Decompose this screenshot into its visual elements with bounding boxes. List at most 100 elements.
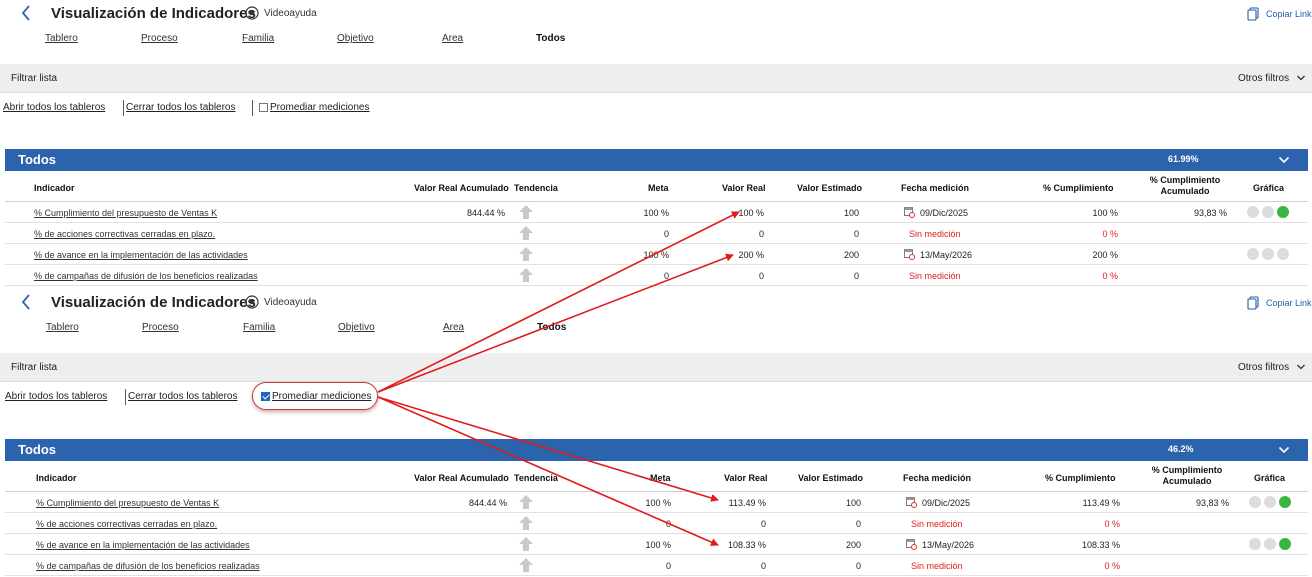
col-valor-estimado[interactable]: Valor Estimado [797,183,862,193]
filter-list-label[interactable]: Filtrar lista [11,362,57,373]
up-arrow-icon [519,495,533,509]
col-cumplimiento-acumulado[interactable]: % Cumplimiento Acumulado [1142,175,1228,197]
average-measurements-label[interactable]: Promediar mediciones [270,102,370,113]
indicator-name-link[interactable]: % de campañas de difusión de los benefic… [34,271,258,281]
col-cumplimiento-acumulado[interactable]: % Cumplimiento Acumulado [1144,465,1230,487]
tab-objetivo[interactable]: Objetivo [338,322,375,333]
estimated-value: 100 [843,208,859,218]
open-all-boards-link[interactable]: Abrir todos los tableros [3,102,105,113]
meta-value: 100 % [643,250,669,260]
copy-icon[interactable] [1247,296,1259,310]
group-title: Todos [18,442,57,457]
estimated-value: 200 [843,250,859,260]
play-circle-icon[interactable] [245,295,259,309]
tab-tablero[interactable]: Tablero [45,33,78,44]
video-help-link[interactable]: Videoayuda [264,8,317,19]
average-measurements-label[interactable]: Promediar mediciones [272,391,372,402]
tab-todos[interactable]: Todos [537,322,566,333]
table-row[interactable]: % de acciones correctivas cerradas en pl… [5,513,1308,534]
calendar-icon [906,539,917,550]
table-row[interactable]: % de campañas de difusión de los benefic… [5,265,1308,286]
close-all-boards-link[interactable]: Cerrar todos los tableros [128,391,238,402]
page-header: Visualización de Indicadores Videoayuda … [0,289,1312,317]
col-fecha-medicion[interactable]: Fecha medición [903,473,971,483]
measurement-date: 13/May/2026 [922,540,975,550]
estimated-value: 200 [845,540,861,550]
copy-icon[interactable] [1247,7,1259,21]
chevron-down-icon[interactable] [1278,154,1290,166]
video-help-link[interactable]: Videoayuda [264,297,317,308]
indicator-name-link[interactable]: % Cumplimiento del presupuesto de Ventas… [34,208,217,218]
tab-proceso[interactable]: Proceso [141,33,178,44]
col-grafica[interactable]: Gráfica [1253,183,1284,193]
up-arrow-icon [519,205,533,219]
filter-list-label[interactable]: Filtrar lista [11,73,57,84]
tab-familia[interactable]: Familia [242,33,274,44]
group-header-todos[interactable]: Todos 46.2% [5,439,1308,461]
col-valor-real-acumulado[interactable]: Valor Real Acumulado [414,473,509,483]
tab-area[interactable]: Area [442,33,463,44]
measurement-date: 13/May/2026 [920,250,973,260]
col-meta[interactable]: Meta [648,183,669,193]
tab-familia[interactable]: Familia [243,322,275,333]
col-meta[interactable]: Meta [650,473,671,483]
meta-value: 100 % [645,540,671,550]
col-fecha-medicion[interactable]: Fecha medición [901,183,969,193]
back-chevron-icon[interactable] [18,292,34,312]
chevron-down-icon[interactable] [1278,444,1290,456]
table-row[interactable]: % de avance en la implementación de las … [5,534,1308,555]
col-grafica[interactable]: Gráfica [1254,473,1285,483]
indicator-name-link[interactable]: % de campañas de difusión de los benefic… [36,561,260,571]
tab-area[interactable]: Area [443,322,464,333]
chevron-down-icon[interactable] [1296,362,1306,372]
col-tendencia[interactable]: Tendencia [514,473,558,483]
col-valor-real-acumulado[interactable]: Valor Real Acumulado [414,183,509,193]
measurement-date: Sin medición [909,229,961,239]
average-measurements-checkbox[interactable] [259,103,268,112]
filter-bar: Filtrar lista Otros filtros [0,64,1312,93]
tab-tablero[interactable]: Tablero [46,322,79,333]
up-arrow-icon [519,558,533,572]
other-filters-dropdown[interactable]: Otros filtros [1238,73,1289,84]
tab-todos[interactable]: Todos [536,33,565,44]
real-value: 0 [760,561,766,571]
col-cumplimiento[interactable]: % Cumplimiento [1045,473,1116,483]
calendar-icon [904,207,915,218]
indicator-name-link[interactable]: % de avance en la implementación de las … [34,250,248,260]
up-arrow-icon [519,537,533,551]
copy-link-button[interactable]: Copiar Link [1266,298,1312,308]
table-row[interactable]: % de avance en la implementación de las … [5,244,1308,265]
copy-link-button[interactable]: Copiar Link [1266,9,1312,19]
col-indicador[interactable]: Indicador [34,183,75,193]
table-row[interactable]: % de acciones correctivas cerradas en pl… [5,223,1308,244]
table-row[interactable]: % de campañas de difusión de los benefic… [5,555,1308,576]
back-chevron-icon[interactable] [18,3,34,23]
real-value: 108.33 % [727,540,766,550]
open-all-boards-link[interactable]: Abrir todos los tableros [5,391,107,402]
chevron-down-icon[interactable] [1296,73,1306,83]
table-row[interactable]: % Cumplimiento del presupuesto de Ventas… [5,202,1308,223]
group-header-todos[interactable]: Todos 61.99% [5,149,1308,171]
col-valor-real[interactable]: Valor Real [724,473,768,483]
col-cumplimiento[interactable]: % Cumplimiento [1043,183,1114,193]
real-value: 200 % [738,250,764,260]
average-measurements-checkbox[interactable] [261,392,270,401]
close-all-boards-link[interactable]: Cerrar todos los tableros [126,102,236,113]
other-filters-dropdown[interactable]: Otros filtros [1238,362,1289,373]
table-row[interactable]: % Cumplimiento del presupuesto de Ventas… [5,492,1308,513]
status-dot [1247,206,1259,218]
indicator-name-link[interactable]: % de avance en la implementación de las … [36,540,250,550]
indicator-name-link[interactable]: % de acciones correctivas cerradas en pl… [36,519,217,529]
indicator-name-link[interactable]: % de acciones correctivas cerradas en pl… [34,229,215,239]
view-tabs: Tablero Proceso Familia Objetivo Area To… [0,33,700,49]
play-circle-icon[interactable] [245,6,259,20]
col-valor-real[interactable]: Valor Real [722,183,766,193]
indicator-name-link[interactable]: % Cumplimiento del presupuesto de Ventas… [36,498,219,508]
col-indicador[interactable]: Indicador [36,473,77,483]
col-tendencia[interactable]: Tendencia [514,183,558,193]
col-valor-estimado[interactable]: Valor Estimado [798,473,863,483]
tab-proceso[interactable]: Proceso [142,322,179,333]
compliance-value: 108.33 % [1081,540,1120,550]
status-dot [1264,538,1276,550]
tab-objetivo[interactable]: Objetivo [337,33,374,44]
